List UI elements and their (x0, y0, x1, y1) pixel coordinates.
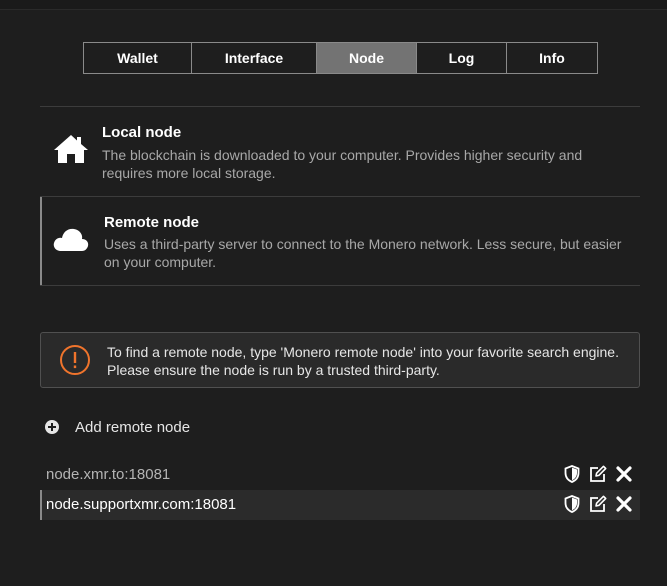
tab-interface[interactable]: Interface (192, 43, 317, 73)
node-actions (556, 494, 634, 514)
remote-node-title: Remote node (104, 214, 200, 231)
tab-info[interactable]: Info (507, 43, 597, 73)
remote-node-warning: To find a remote node, type 'Monero remo… (40, 332, 640, 388)
close-icon[interactable] (614, 494, 634, 514)
top-bar (0, 0, 667, 10)
home-icon (52, 131, 90, 167)
divider (40, 285, 640, 286)
node-address: node.supportxmr.com:18081 (46, 496, 237, 513)
tab-node[interactable]: Node (317, 43, 417, 73)
remote-node-row[interactable]: node.xmr.to:18081 (40, 460, 640, 490)
add-remote-node-label: Add remote node (75, 418, 191, 436)
remote-node-row-selected[interactable]: node.supportxmr.com:18081 (40, 490, 640, 520)
plus-circle-icon (44, 419, 60, 435)
exclamation-circle-icon (59, 344, 91, 376)
add-remote-node-button[interactable]: Add remote node (44, 416, 190, 438)
local-node-title: Local node (102, 124, 182, 141)
tab-wallet[interactable]: Wallet (84, 43, 192, 73)
shield-icon[interactable] (562, 464, 582, 484)
close-icon[interactable] (614, 464, 634, 484)
settings-tabs: Wallet Interface Node Log Info (83, 42, 598, 74)
cloud-icon (52, 221, 90, 257)
shield-icon[interactable] (562, 494, 582, 514)
remote-node-option[interactable]: Remote node Uses a third-party server to… (40, 197, 640, 285)
remote-node-description: Uses a third-party server to connect to … (104, 236, 622, 270)
local-node-description: The blockchain is downloaded to your com… (102, 147, 583, 181)
edit-icon[interactable] (588, 464, 608, 484)
warning-text: To find a remote node, type 'Monero remo… (107, 344, 619, 378)
edit-icon[interactable] (588, 494, 608, 514)
local-node-option[interactable]: Local node The blockchain is downloaded … (40, 107, 640, 196)
node-actions (556, 464, 634, 484)
tab-log[interactable]: Log (417, 43, 507, 73)
node-address: node.xmr.to:18081 (46, 466, 171, 483)
